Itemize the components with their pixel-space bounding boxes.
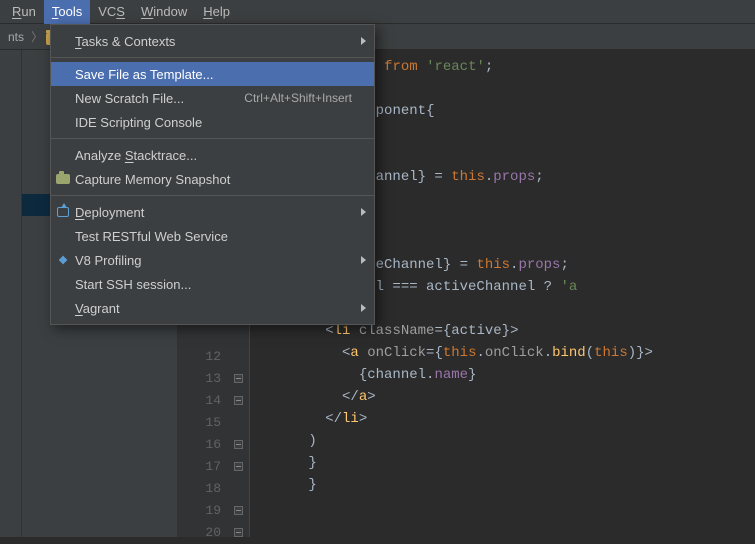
menu-item-analyze-stacktrace[interactable]: Analyze Stacktrace... [51, 143, 374, 167]
menu-separator [51, 138, 374, 139]
menu-item-label: Deployment [75, 205, 352, 220]
menu-item-ide-scripting-console[interactable]: IDE Scripting Console [51, 110, 374, 134]
menu-item-label: Test RESTful Web Service [75, 229, 352, 244]
gutter-line[interactable]: 17 [178, 456, 249, 478]
menu-run[interactable]: Run [4, 0, 44, 24]
menu-item-label: New Scratch File... [75, 91, 228, 106]
menu-item-label: Vagrant [75, 301, 352, 316]
gutter-line[interactable]: 13 [178, 368, 249, 390]
chevron-right-icon [361, 37, 366, 45]
menu-item-start-ssh-session[interactable]: Start SSH session... [51, 272, 374, 296]
gutter-line[interactable]: 19 [178, 500, 249, 522]
menu-item-capture-memory-snapshot[interactable]: Capture Memory Snapshot [51, 167, 374, 191]
fold-icon[interactable] [234, 396, 243, 405]
chevron-right-icon [361, 208, 366, 216]
gutter-line[interactable]: 20 [178, 522, 249, 544]
breadcrumb-tail: nts [4, 30, 28, 44]
menubar: RunToolsVCSWindowHelp [0, 0, 755, 24]
menu-item-label: Analyze Stacktrace... [75, 148, 352, 163]
menu-item-deployment[interactable]: Deployment [51, 200, 374, 224]
menu-item-new-scratch-file[interactable]: New Scratch File... Ctrl+Alt+Shift+Insert [51, 86, 374, 110]
fold-icon[interactable] [234, 528, 243, 537]
menu-item-label: Start SSH session... [75, 277, 352, 292]
menu-item-label: Tasks & Contexts [75, 34, 352, 49]
upload-icon [55, 204, 71, 220]
fold-icon[interactable] [234, 506, 243, 515]
gutter-line[interactable]: 12 [178, 346, 249, 368]
fold-icon[interactable] [234, 440, 243, 449]
gutter-line[interactable]: 16 [178, 434, 249, 456]
v8-icon: ❖ [55, 252, 71, 268]
menu-item-label: Save File as Template... [75, 67, 352, 82]
menu-item-tasks-contexts[interactable]: Tasks & Contexts [51, 29, 374, 53]
fold-icon[interactable] [234, 374, 243, 383]
breadcrumb-sep-icon: 〉 [28, 28, 46, 45]
gutter-line[interactable]: 15 [178, 412, 249, 434]
menu-item-label: IDE Scripting Console [75, 115, 352, 130]
menu-vcs[interactable]: VCS [90, 0, 133, 24]
chevron-right-icon [361, 256, 366, 264]
menu-item-test-restful-web-service[interactable]: Test RESTful Web Service [51, 224, 374, 248]
menu-item-save-file-as-template[interactable]: Save File as Template... [51, 62, 374, 86]
menu-item-vagrant[interactable]: Vagrant [51, 296, 374, 320]
menu-separator [51, 195, 374, 196]
fold-icon[interactable] [234, 462, 243, 471]
menu-tools[interactable]: Tools [44, 0, 90, 24]
menu-window[interactable]: Window [133, 0, 195, 24]
chevron-right-icon [361, 304, 366, 312]
menu-item-shortcut: Ctrl+Alt+Shift+Insert [244, 91, 352, 105]
tools-menu[interactable]: Tasks & Contexts Save File as Template...… [50, 24, 375, 325]
gutter-line[interactable]: 14 [178, 390, 249, 412]
tool-window-strip[interactable] [0, 50, 22, 537]
menu-item-v8-profiling[interactable]: ❖ V8 Profiling [51, 248, 374, 272]
menu-separator [51, 57, 374, 58]
menu-help[interactable]: Help [195, 0, 238, 24]
camera-icon [55, 171, 71, 187]
menu-item-label: V8 Profiling [75, 253, 352, 268]
gutter-line[interactable]: 18 [178, 478, 249, 500]
menu-item-label: Capture Memory Snapshot [75, 172, 352, 187]
